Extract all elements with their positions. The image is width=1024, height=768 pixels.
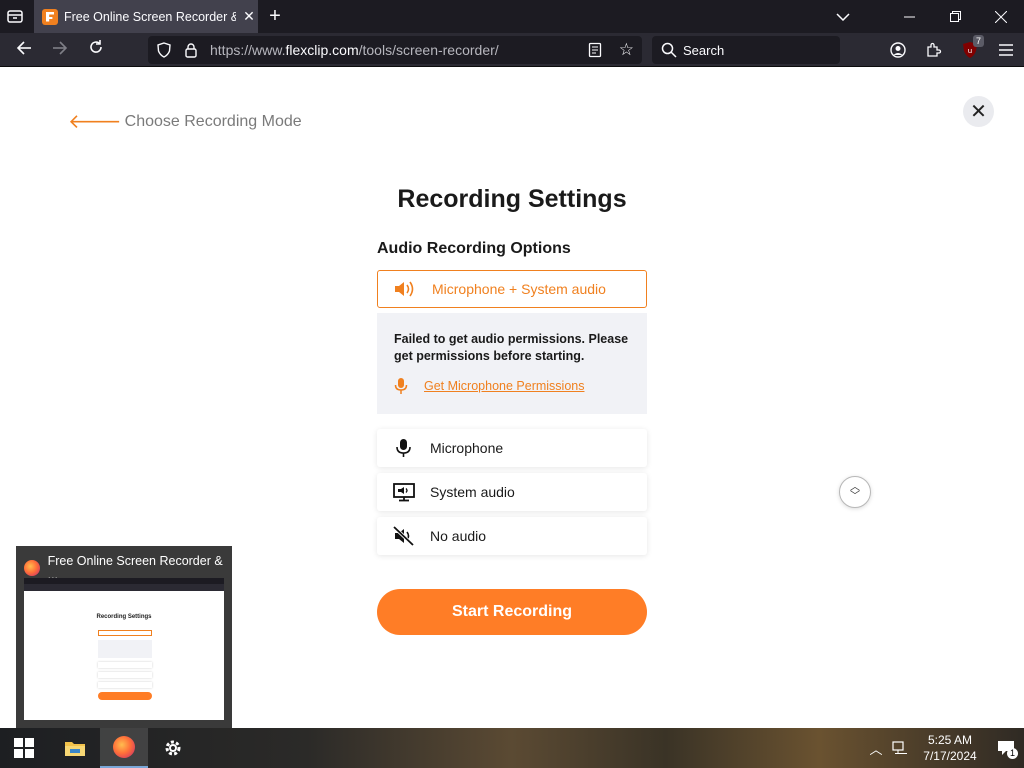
microphone-icon bbox=[396, 439, 411, 457]
back-arrow-icon[interactable] bbox=[12, 38, 36, 62]
thumb-warning bbox=[98, 640, 152, 658]
back-link-label: Choose Recording Mode bbox=[124, 113, 302, 130]
browser-nav-bar: https://www.flexclip.com/tools/screen-re… bbox=[0, 33, 1024, 67]
page-title: Recording Settings bbox=[397, 185, 627, 213]
monitor-speaker-icon bbox=[393, 483, 415, 502]
minimize-window-button[interactable] bbox=[886, 0, 932, 33]
extensions-puzzle-icon[interactable] bbox=[916, 33, 952, 67]
hamburger-menu-icon[interactable] bbox=[988, 33, 1024, 67]
flexclip-favicon-icon bbox=[42, 8, 58, 25]
url-prefix: https://www. bbox=[210, 42, 286, 58]
extension-badge: 7 bbox=[972, 35, 984, 47]
scroll-toggle-button[interactable]: ︿ ﹀ bbox=[839, 476, 871, 508]
choose-recording-mode-link[interactable]: 🡐 Choose Recording Mode bbox=[68, 111, 302, 133]
thumb-option bbox=[98, 682, 152, 688]
microphone-icon bbox=[394, 378, 408, 394]
chevron-up-icon[interactable]: ︿ bbox=[864, 728, 888, 768]
start-recording-button[interactable]: Start Recording bbox=[377, 589, 647, 635]
search-icon bbox=[661, 42, 677, 58]
thumb-selected-option bbox=[98, 630, 152, 636]
option-microphone[interactable]: Microphone bbox=[377, 429, 647, 467]
thumb-option bbox=[98, 662, 152, 668]
clock-time: 5:25 AM bbox=[927, 733, 973, 747]
get-microphone-permissions-link[interactable]: Get Microphone Permissions bbox=[394, 377, 633, 395]
option-no-audio[interactable]: No audio bbox=[377, 517, 647, 555]
left-arrow-icon: 🡐 bbox=[68, 111, 122, 133]
clock-date: 7/17/2024 bbox=[923, 749, 977, 763]
url-path: /tools/screen-recorder/ bbox=[358, 42, 499, 58]
selected-audio-option[interactable]: Microphone + System audio bbox=[377, 270, 647, 308]
option-label: No audio bbox=[430, 528, 487, 544]
notification-count: 1 bbox=[1007, 748, 1018, 759]
firefox-icon bbox=[24, 560, 40, 576]
system-tray: ︿ 5:25 AM 7/17/2024 1 bbox=[864, 728, 1024, 768]
network-icon[interactable] bbox=[888, 728, 912, 768]
taskbar-window-preview[interactable]: Free Online Screen Recorder & ... Record… bbox=[16, 546, 232, 728]
close-dialog-button[interactable]: ✕ bbox=[963, 96, 994, 127]
mute-icon bbox=[393, 526, 415, 546]
thumb-option bbox=[98, 672, 152, 678]
search-bar[interactable]: Search bbox=[652, 36, 840, 64]
account-icon[interactable] bbox=[880, 33, 916, 67]
list-all-tabs-icon[interactable] bbox=[828, 0, 858, 33]
option-label: Microphone bbox=[430, 440, 504, 456]
option-label: System audio bbox=[430, 484, 515, 500]
active-tab[interactable]: Free Online Screen Recorder & Video ✕ bbox=[34, 0, 258, 33]
lock-icon[interactable] bbox=[184, 42, 198, 58]
audio-section-label: Audio Recording Options bbox=[377, 240, 571, 257]
firefox-taskbar-icon[interactable] bbox=[100, 728, 148, 768]
thumb-navbar bbox=[24, 584, 224, 591]
thumb-title: Recording Settings bbox=[96, 614, 152, 620]
reload-icon[interactable] bbox=[84, 38, 108, 62]
url-bar[interactable]: https://www.flexclip.com/tools/screen-re… bbox=[148, 36, 642, 64]
permission-link-label: Get Microphone Permissions bbox=[424, 379, 585, 393]
browser-tab-bar: Free Online Screen Recorder & Video ✕ + bbox=[0, 0, 1024, 33]
file-explorer-icon[interactable] bbox=[51, 728, 99, 768]
warning-text: Failed to get audio permissions. Please … bbox=[394, 332, 629, 363]
tab-list-icon[interactable] bbox=[6, 8, 24, 24]
settings-gear-icon[interactable] bbox=[149, 728, 197, 768]
ublock-extension-icon[interactable]: u 7 bbox=[952, 33, 988, 67]
forward-arrow-icon[interactable] bbox=[48, 38, 72, 62]
restore-window-button[interactable] bbox=[932, 0, 978, 33]
tab-title: Free Online Screen Recorder & Video bbox=[64, 9, 236, 24]
search-placeholder: Search bbox=[683, 43, 725, 58]
clock[interactable]: 5:25 AM 7/17/2024 bbox=[918, 732, 982, 764]
chevron-down-icon: ﹀ bbox=[850, 491, 860, 502]
tracking-shield-icon[interactable] bbox=[157, 42, 171, 58]
svg-text:u: u bbox=[968, 47, 972, 55]
close-tab-icon[interactable]: ✕ bbox=[240, 8, 258, 25]
windows-start-icon[interactable] bbox=[0, 728, 48, 768]
url-text[interactable]: https://www.flexclip.com/tools/screen-re… bbox=[210, 42, 499, 58]
new-tab-button[interactable]: + bbox=[264, 6, 286, 28]
bookmark-star-icon[interactable]: ☆ bbox=[619, 40, 634, 60]
preview-thumbnail[interactable]: Recording Settings bbox=[24, 578, 224, 720]
option-system-audio[interactable]: System audio bbox=[377, 473, 647, 511]
windows-taskbar: ︿ 5:25 AM 7/17/2024 1 bbox=[0, 728, 1024, 768]
url-domain: flexclip.com bbox=[285, 42, 359, 58]
thumb-start-button bbox=[98, 692, 152, 700]
reader-view-icon[interactable] bbox=[588, 42, 602, 58]
notifications-icon[interactable]: 1 bbox=[988, 728, 1024, 768]
permission-warning: Failed to get audio permissions. Please … bbox=[377, 313, 647, 414]
speaker-icon bbox=[395, 281, 414, 297]
selected-option-label: Microphone + System audio bbox=[432, 281, 606, 297]
close-window-button[interactable] bbox=[978, 0, 1024, 33]
